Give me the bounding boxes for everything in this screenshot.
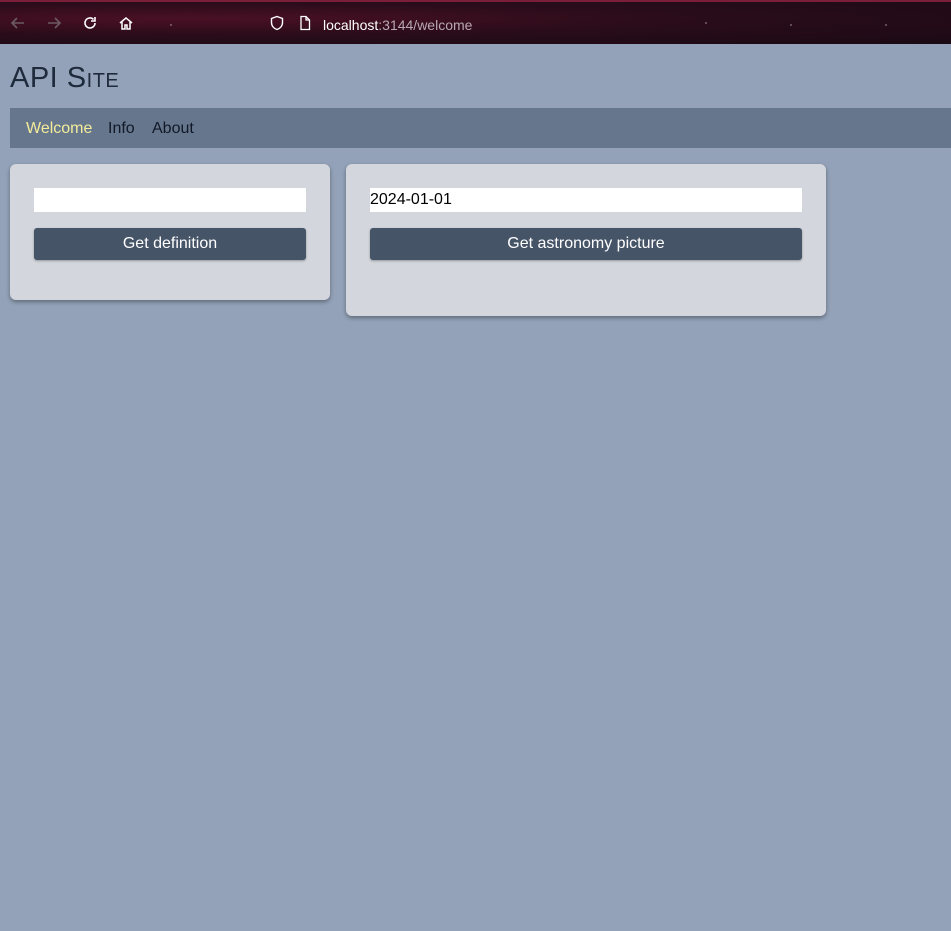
navigation-bar: Welcome Info About <box>10 108 951 148</box>
background-star <box>170 24 172 26</box>
browser-toolbar: localhost:3144/welcome <box>0 0 951 44</box>
get-astronomy-picture-button[interactable]: Get astronomy picture <box>370 228 802 260</box>
date-input[interactable] <box>370 188 802 212</box>
nav-item-welcome[interactable]: Welcome <box>26 120 92 138</box>
back-arrow-icon[interactable] <box>8 13 28 33</box>
background-star <box>705 22 707 24</box>
forward-arrow-icon[interactable] <box>44 13 64 33</box>
astronomy-card: Get astronomy picture <box>346 164 826 316</box>
nav-item-info[interactable]: Info <box>108 120 135 138</box>
reload-icon[interactable] <box>80 13 100 33</box>
shield-icon[interactable] <box>267 13 287 33</box>
definition-card: Get definition <box>10 164 330 300</box>
get-definition-button[interactable]: Get definition <box>34 228 306 260</box>
url-path: :3144/welcome <box>378 17 473 33</box>
word-input[interactable] <box>34 188 306 212</box>
page-icon <box>295 13 315 33</box>
background-star <box>885 24 887 26</box>
nav-item-about[interactable]: About <box>152 120 194 138</box>
url-bar[interactable]: localhost:3144/welcome <box>323 17 472 33</box>
page-title: API Site <box>10 62 120 94</box>
url-host: localhost <box>323 17 379 33</box>
home-icon[interactable] <box>116 13 136 33</box>
background-star <box>790 24 792 26</box>
